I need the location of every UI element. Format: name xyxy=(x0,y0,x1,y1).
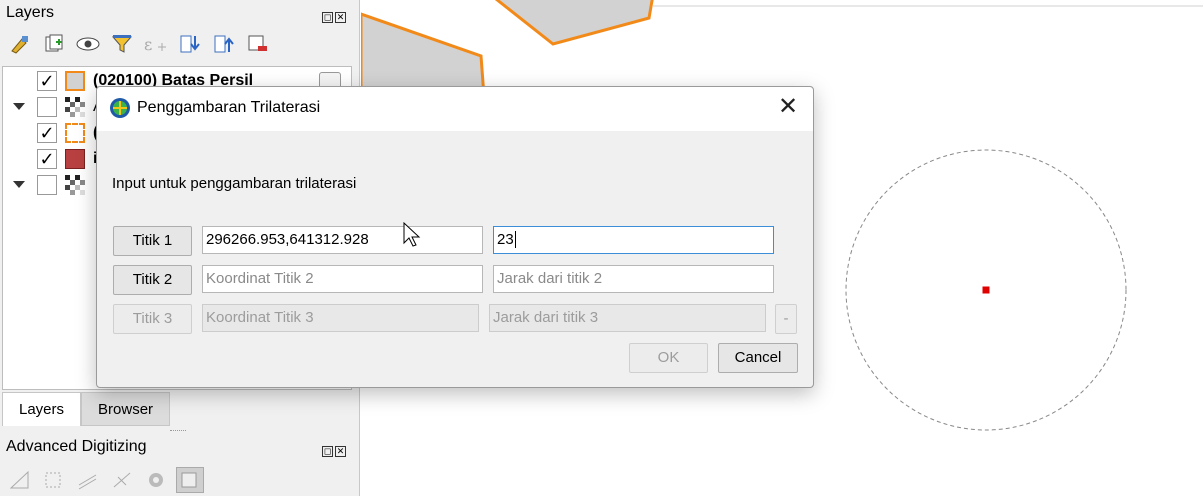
distance-value: 23 xyxy=(497,231,514,248)
tab-layers[interactable]: Layers xyxy=(2,392,82,426)
dashed-polygon-symbol-icon xyxy=(65,123,85,143)
collapse-all-icon[interactable] xyxy=(210,31,238,57)
visibility-eye-icon[interactable] xyxy=(74,31,102,57)
panel-tabs: Layers Browser xyxy=(2,392,171,426)
floater-icon[interactable] xyxy=(176,467,204,493)
adv-dock-buttons[interactable]: ◻ ✕ xyxy=(322,441,350,457)
advanced-digitizing-title: Advanced Digitizing xyxy=(6,438,147,455)
fill-symbol-icon xyxy=(65,149,85,169)
polygon-symbol-icon xyxy=(65,71,85,91)
add-group-icon[interactable] xyxy=(40,31,68,57)
parcel-polygon-top xyxy=(494,0,654,46)
dialog-titlebar[interactable]: Penggambaran Trilaterasi ✕ xyxy=(97,87,813,131)
close-icon[interactable]: ✕ xyxy=(335,12,346,23)
point-marker xyxy=(981,285,991,295)
construction-mode-icon[interactable] xyxy=(40,467,68,493)
expand-all-icon[interactable] xyxy=(176,31,204,57)
coordinate-field-1[interactable]: 296266.953,641312.928 xyxy=(202,226,483,254)
layer-visibility-checkbox[interactable]: ✓ xyxy=(37,149,57,169)
raster-symbol-icon xyxy=(65,97,85,117)
coordinate-field-2[interactable]: Koordinat Titik 2 xyxy=(202,265,483,293)
distance-field-1[interactable]: 23 xyxy=(493,226,774,254)
placeholder-text: Koordinat Titik 3 xyxy=(206,309,314,326)
style-brush-icon[interactable] xyxy=(6,31,34,57)
layer-visibility-checkbox[interactable] xyxy=(37,175,57,195)
coordinate-field-3[interactable]: Koordinat Titik 3 xyxy=(202,304,479,332)
dialog-title: Penggambaran Trilaterasi xyxy=(137,99,321,116)
splitter-handle[interactable] xyxy=(170,430,186,433)
mouse-cursor-icon xyxy=(403,222,421,247)
instruction-label: Input untuk penggambaran trilaterasi xyxy=(112,175,357,192)
trilateration-dialog: Penggambaran Trilaterasi ✕ Input untuk p… xyxy=(96,86,814,388)
placeholder-text: Koordinat Titik 2 xyxy=(206,270,314,287)
layer-visibility-checkbox[interactable]: ✓ xyxy=(37,71,57,91)
distance-field-2[interactable]: Jarak dari titik 2 xyxy=(493,265,774,293)
layers-dock-buttons[interactable]: ◻ ✕ xyxy=(322,7,350,23)
expand-arrow-icon[interactable] xyxy=(13,181,25,188)
cancel-button[interactable]: Cancel xyxy=(718,343,798,373)
cad-enable-icon[interactable] xyxy=(6,467,34,493)
titik-2-button[interactable]: Titik 2 xyxy=(113,265,192,295)
settings-gear-icon[interactable] xyxy=(142,467,170,493)
layer-visibility-checkbox[interactable] xyxy=(37,97,57,117)
parallel-icon[interactable] xyxy=(74,467,102,493)
titik-1-button[interactable]: Titik 1 xyxy=(113,226,192,256)
svg-text:ε: ε xyxy=(144,35,152,54)
layer-visibility-checkbox[interactable]: ✓ xyxy=(37,123,57,143)
placeholder-text: Jarak dari titik 2 xyxy=(497,270,603,287)
remove-row-button[interactable]: - xyxy=(775,304,797,334)
placeholder-text: Jarak dari titik 3 xyxy=(493,309,599,326)
layers-toolbar: ε xyxy=(6,30,272,58)
titik-3-button[interactable]: Titik 3 xyxy=(113,304,192,334)
filter-funnel-icon[interactable] xyxy=(108,31,136,57)
tab-browser[interactable]: Browser xyxy=(81,392,171,426)
text-cursor xyxy=(514,231,516,248)
app-globe-icon xyxy=(110,98,130,118)
distance-field-3[interactable]: Jarak dari titik 3 xyxy=(489,304,766,332)
raster-symbol-icon xyxy=(65,175,85,195)
layers-panel-title: Layers xyxy=(6,4,55,21)
advanced-digitizing-toolbar xyxy=(6,466,204,494)
perpendicular-icon[interactable] xyxy=(108,467,136,493)
float-icon[interactable]: ◻ xyxy=(322,446,333,457)
close-icon[interactable]: ✕ xyxy=(335,446,346,457)
expression-filter-icon[interactable]: ε xyxy=(142,31,170,57)
float-icon[interactable]: ◻ xyxy=(322,12,333,23)
expand-arrow-icon[interactable] xyxy=(13,103,25,110)
remove-layer-icon[interactable] xyxy=(244,31,272,57)
ok-button[interactable]: OK xyxy=(629,343,708,373)
close-icon[interactable]: ✕ xyxy=(775,95,801,121)
